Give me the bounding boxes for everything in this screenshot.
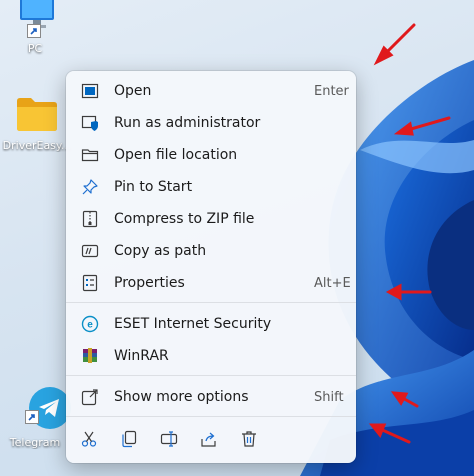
annotation-arrows — [368, 23, 451, 444]
annotation-arrowhead — [393, 121, 414, 136]
annotation-arrowhead — [390, 391, 409, 406]
annotation-arrowhead — [385, 283, 402, 301]
annotation-arrowhead — [368, 423, 387, 438]
